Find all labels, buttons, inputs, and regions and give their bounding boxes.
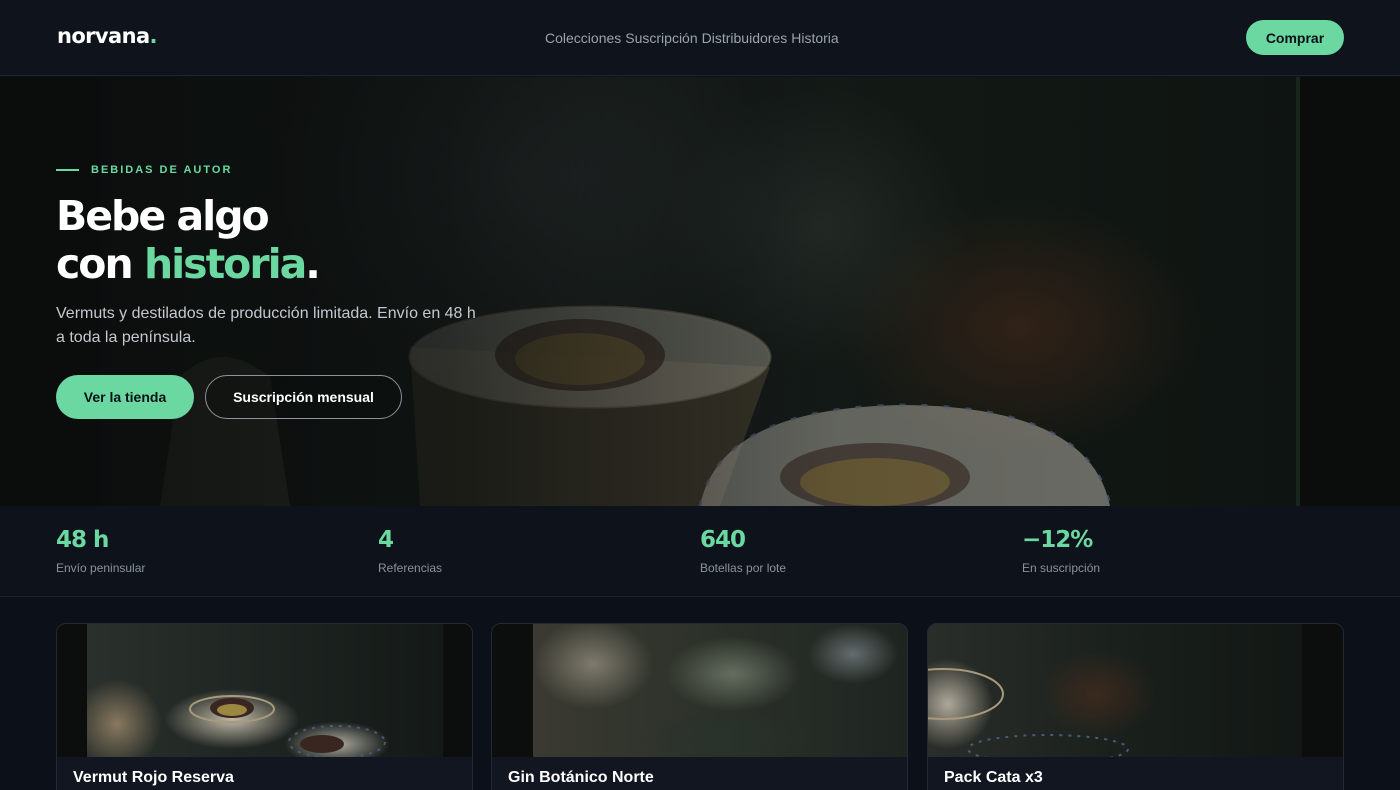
stat-value: 48 h [56, 527, 109, 553]
product-image [928, 624, 1343, 764]
stat-references: 4 Referencias [378, 526, 442, 575]
nav-link-distribuidores[interactable]: Distribuidores [702, 30, 788, 46]
stat-value: 640 [700, 527, 746, 553]
stats-bar: 48 h Envío peninsular 4 Referencias 640 … [0, 506, 1400, 597]
product-name: Vermut Rojo Reserva [73, 769, 234, 786]
hero-subtitle: Vermuts y destilados de producción limit… [56, 305, 476, 346]
stat-bottles: 640 Botellas por lote [700, 526, 786, 575]
site-header: norvana. Colecciones Suscripción Distrib… [0, 0, 1400, 76]
product-card-gin[interactable]: Gin Botánico Norte [491, 623, 908, 790]
product-name: Gin Botánico Norte [508, 769, 654, 786]
hero-title-line2-suffix: . [305, 240, 321, 288]
subscription-button[interactable]: Suscripción mensual [205, 375, 402, 419]
gin-photo [533, 624, 907, 757]
shop-button[interactable]: Ver la tienda [56, 375, 194, 419]
eyebrow-line [56, 169, 79, 171]
main-nav: Colecciones Suscripción Distribuidores H… [545, 30, 839, 46]
stat-value: 4 [378, 527, 394, 553]
pack-illustration [928, 668, 1129, 764]
vermut-photo [87, 624, 443, 759]
stat-discount: −12% En suscripción [1022, 526, 1100, 575]
brand-dot: . [149, 24, 158, 48]
stat-value: −12% [1022, 527, 1093, 553]
hero-overlay [0, 77, 1400, 506]
nav-link-colecciones[interactable]: Colecciones [545, 30, 621, 46]
stat-label: Botellas por lote [700, 561, 787, 575]
eyebrow-text: BEBIDAS DE AUTOR [91, 164, 233, 176]
hero-title-line2-prefix: con [56, 240, 144, 288]
hero-section: BEBIDAS DE AUTOR Bebe algo con historia.… [0, 77, 1400, 506]
product-name: Pack Cata x3 [944, 769, 1043, 786]
vermut-illustration [189, 695, 386, 759]
product-card-vermut[interactable]: Vermut Rojo Reserva [56, 623, 473, 790]
product-image [492, 624, 907, 757]
hero-title-line1: Bebe algo [56, 192, 270, 240]
nav-link-historia[interactable]: Historia [791, 30, 838, 46]
hero-title-accent: historia [143, 240, 307, 288]
stat-label: Referencias [378, 561, 443, 575]
stat-label: Envío peninsular [56, 561, 146, 575]
hero-eyebrow: BEBIDAS DE AUTOR [56, 164, 232, 176]
product-card-pack[interactable]: Pack Cata x3 [927, 623, 1344, 790]
pack-photo [928, 624, 1302, 764]
brand-name: norvana [57, 24, 150, 48]
brand-logo[interactable]: norvana. [57, 24, 158, 48]
stat-shipping: 48 h Envío peninsular [56, 526, 145, 575]
buy-button[interactable]: Comprar [1246, 20, 1344, 55]
product-image [57, 624, 472, 759]
hero-title: Bebe algo con historia. [56, 192, 321, 288]
stat-label: En suscripción [1022, 561, 1101, 575]
nav-link-suscripcion[interactable]: Suscripción [625, 30, 697, 46]
